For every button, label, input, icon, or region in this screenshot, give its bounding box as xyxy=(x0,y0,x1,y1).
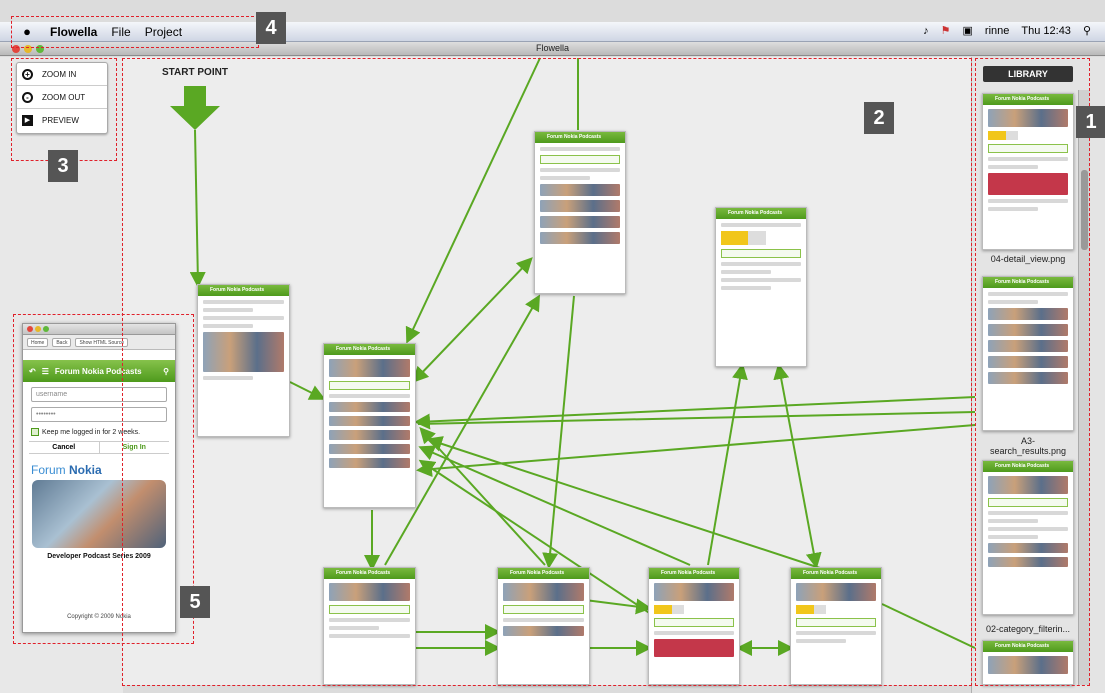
login-buttons: Cancel Sign In xyxy=(29,441,169,454)
username-field[interactable]: username xyxy=(31,387,167,402)
library-item-search-results[interactable]: Forum Nokia Podcasts xyxy=(982,276,1074,431)
library-caption: 04-detail_view.png xyxy=(990,254,1066,264)
screen-login[interactable]: Forum Nokia Podcasts xyxy=(197,284,290,437)
screen-header: Forum Nokia Podcasts xyxy=(324,344,415,355)
password-field[interactable]: •••••••• xyxy=(31,407,167,422)
screen-search[interactable]: Forum Nokia Podcasts xyxy=(534,131,626,294)
app-root: { "menubar": { "app_name": "Flowella", "… xyxy=(0,0,1105,693)
zoom-window-icon[interactable] xyxy=(43,326,49,332)
screen-header: Forum Nokia Podcasts xyxy=(535,132,625,143)
screen-category-b[interactable]: Forum Nokia Podcasts xyxy=(497,567,590,685)
library-item-detail-view[interactable]: Forum Nokia Podcasts xyxy=(982,93,1074,250)
screen-header: Forum Nokia Podcasts xyxy=(716,208,806,219)
show-source-checkbox[interactable]: Show HTML Source xyxy=(75,337,129,347)
screen-header: Forum Nokia Podcasts xyxy=(324,568,415,579)
preview-header: ↶ ☰ Forum Nokia Podcasts ⚲ xyxy=(23,360,175,382)
screen-header: Forum Nokia Podcasts xyxy=(498,568,589,579)
keep-logged-label: Keep me logged in for 2 weeks. xyxy=(42,428,141,436)
library-button[interactable]: LIBRARY xyxy=(983,66,1073,82)
screen-podcast-list[interactable]: Forum Nokia Podcasts xyxy=(323,343,416,508)
back-button[interactable]: Back xyxy=(52,337,72,347)
annotation-label-5: 5 xyxy=(180,586,210,618)
menu-icon[interactable]: ☰ xyxy=(42,367,49,376)
screen-header: Forum Nokia Podcasts xyxy=(791,568,881,579)
screen-category-a[interactable]: Forum Nokia Podcasts xyxy=(323,567,416,685)
screen-detail-a[interactable]: Forum Nokia Podcasts xyxy=(648,567,740,685)
sign-in-button[interactable]: Sign In xyxy=(98,442,170,453)
screen-header: Forum Nokia Podcasts xyxy=(983,641,1073,652)
screen-header: Forum Nokia Podcasts xyxy=(649,568,739,579)
screen-header: Forum Nokia Podcasts xyxy=(983,94,1073,105)
copyright-text: Copyright © 2009 Nokia xyxy=(67,614,131,620)
podcast-photo xyxy=(32,480,166,548)
library-caption: A3-search_results.png xyxy=(989,436,1067,456)
minimize-window-icon[interactable] xyxy=(35,326,41,332)
annotation-label-4: 4 xyxy=(256,12,286,44)
home-button[interactable]: Home xyxy=(27,337,49,347)
preview-toolbar: Home Back Show HTML Source xyxy=(23,335,175,350)
screen-rating-dialog[interactable]: Forum Nokia Podcasts xyxy=(715,207,807,367)
cancel-button[interactable]: Cancel xyxy=(29,442,99,453)
library-caption: 02-category_filterin... xyxy=(985,624,1071,634)
close-window-icon[interactable] xyxy=(27,326,33,332)
screen-header: Forum Nokia Podcasts xyxy=(983,277,1073,288)
screen-header: Forum Nokia Podcasts xyxy=(983,461,1073,472)
keep-logged-row[interactable]: Keep me logged in for 2 weeks. xyxy=(31,428,167,436)
preview-header-title: Forum Nokia Podcasts xyxy=(54,366,142,376)
library-item-category-filtering[interactable]: Forum Nokia Podcasts xyxy=(982,460,1074,615)
library-item-partial[interactable]: Forum Nokia Podcasts xyxy=(982,640,1074,685)
podcast-caption: Developer Podcast Series 2009 xyxy=(47,553,151,560)
search-icon[interactable]: ⚲ xyxy=(163,367,169,376)
screen-detail-b[interactable]: Forum Nokia Podcasts xyxy=(790,567,882,685)
back-arrow-icon[interactable]: ↶ xyxy=(29,367,36,376)
keep-logged-checkbox[interactable] xyxy=(31,428,39,436)
preview-titlebar xyxy=(23,324,175,335)
screen-header: Forum Nokia Podcasts xyxy=(198,285,289,296)
annotation-label-2: 2 xyxy=(864,102,894,134)
preview-window: Home Back Show HTML Source ↶ ☰ Forum Nok… xyxy=(22,323,176,633)
annotation-label-3: 3 xyxy=(48,150,78,182)
annotation-label-1: 1 xyxy=(1076,106,1105,138)
library-scroll-thumb[interactable] xyxy=(1081,170,1088,250)
forum-nokia-logo: Forum Nokia xyxy=(31,463,102,477)
